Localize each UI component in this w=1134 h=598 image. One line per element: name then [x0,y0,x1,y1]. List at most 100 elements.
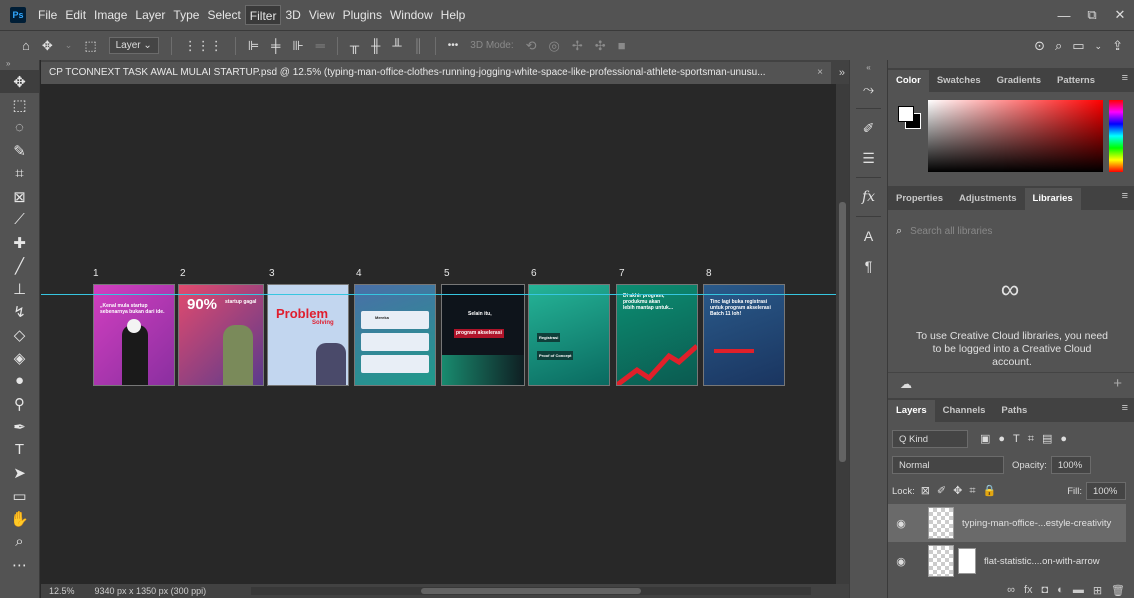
zoom-level[interactable]: 12.5% [49,586,75,596]
align-left-icon[interactable]: ⊫ [248,38,259,54]
distribute-vertical-icon[interactable]: ║ [414,38,423,53]
menu-edit[interactable]: Edit [61,5,90,25]
restore-button[interactable]: ⧉ [1078,7,1106,23]
guide-line[interactable] [41,294,836,295]
add-library-icon[interactable]: + [1113,375,1122,392]
menu-file[interactable]: File [34,5,61,25]
brushes-panel-icon[interactable]: ✐ [850,113,887,143]
tab-swatches[interactable]: Swatches [929,70,989,92]
share-icon[interactable]: ⇪ [1112,38,1123,54]
brush-tool-icon[interactable]: ╱ [0,254,39,277]
collapse-icon[interactable]: » [0,60,39,70]
workspace-icon[interactable]: ▭ [1072,38,1084,54]
opacity-input[interactable]: 100% [1050,456,1091,474]
stamp-tool-icon[interactable]: ⊥ [0,277,39,300]
menu-layer[interactable]: Layer [131,5,169,25]
link-layers-icon[interactable]: ∞ [1007,584,1015,596]
quick-select-tool-icon[interactable]: ✎ [0,139,39,162]
lasso-tool-icon[interactable]: ◌ [0,116,39,139]
artboard-3[interactable]: Problem Solving [267,284,349,386]
add-mask-icon[interactable]: ◘ [1042,584,1049,596]
marquee-tool-icon[interactable]: ⬚ [0,93,39,116]
frame-tool-icon[interactable]: ⊠ [0,185,39,208]
cloud-sync-icon[interactable]: ☁ [900,377,912,391]
crop-tool-icon[interactable]: ⌗ [0,162,39,185]
menu-3d[interactable]: 3D [281,5,304,25]
adjustment-layer-icon[interactable]: ◐ [1057,584,1064,596]
artboard-2[interactable]: 90% startup gagal [178,284,264,386]
color-field[interactable] [928,100,1103,172]
layer-select[interactable]: Layer ⌄ [108,37,159,54]
layer-row[interactable]: ◉ flat-statistic....on-with-arrow [888,542,1126,580]
distribute-icon[interactable]: ═ [316,38,325,53]
artboard-7[interactable]: Di akhir program, produkmu akan lebih ma… [616,284,698,386]
panel-menu-icon[interactable]: ≡ [1122,72,1128,84]
tab-layers[interactable]: Layers [888,400,935,422]
move-tool-icon[interactable]: ✥ [0,70,39,93]
tab-gradients[interactable]: Gradients [989,70,1049,92]
align-center-icon[interactable]: ╪ [271,38,280,53]
document-tab[interactable]: CP TCONNEXT TASK AWAL MULAI STARTUP.psd … [41,62,831,84]
artboard-1[interactable]: „Kenal mula startup sebenarnya bukan dar… [93,284,175,386]
history-brush-tool-icon[interactable]: ↯ [0,300,39,323]
artboard-8[interactable]: Tinc lagi buka registrasi untuk program … [703,284,785,386]
3d-slide-icon[interactable]: ✣ [595,38,606,54]
foreground-color-swatch[interactable] [898,106,914,122]
hand-tool-icon[interactable]: ✋ [0,507,39,530]
home-icon[interactable]: ⌂ [22,38,30,53]
styles-panel-icon[interactable]: fx [850,182,887,212]
menu-plugins[interactable]: Plugins [339,5,386,25]
tab-channels[interactable]: Channels [935,400,994,422]
pen-tool-icon[interactable]: ✒ [0,415,39,438]
artboard-6[interactable]: Registrasi Proof of Concept [528,284,610,386]
layer-style-icon[interactable]: fx [1024,584,1033,596]
eye-icon[interactable]: ◉ [888,517,914,530]
close-button[interactable]: ✕ [1106,7,1134,23]
canvas[interactable]: 1 2 3 4 5 6 7 8 „Kenal mula startup sebe… [41,84,836,584]
eye-icon[interactable]: ◉ [888,555,914,568]
tab-color[interactable]: Color [888,70,929,92]
delete-layer-icon[interactable]: 🗑 [1111,584,1125,597]
paint-bucket-tool-icon[interactable]: ◈ [0,346,39,369]
scroll-thumb[interactable] [839,202,846,462]
character-panel-icon[interactable]: A [850,221,887,251]
3d-scale-icon[interactable]: ■ [618,38,626,53]
auto-select-icon[interactable]: ⬚ [84,38,96,54]
move-tool-icon[interactable]: ✥ [42,38,53,54]
collapse-icon[interactable]: « [850,60,887,74]
chevron-down-icon[interactable]: ⌄ [65,40,73,51]
menu-filter[interactable]: Filter [244,5,282,25]
lock-icons[interactable]: ⊠✐✥⌗🔒 [921,484,1004,498]
rectangle-tool-icon[interactable]: ▭ [0,484,39,507]
panel-menu-icon[interactable]: ≡ [1122,190,1128,202]
brush-settings-icon[interactable]: ☰ [850,143,887,173]
more-tools-icon[interactable]: ⋯ [0,553,39,576]
layer-filter-icons[interactable]: ▣●T⌗▤● [980,432,1075,446]
dodge-tool-icon[interactable]: ⚲ [0,392,39,415]
tab-adjustments[interactable]: Adjustments [951,188,1025,210]
scroll-thumb[interactable] [421,588,641,594]
type-tool-icon[interactable]: T [0,438,39,461]
eyedropper-tool-icon[interactable]: ⟋ [0,208,39,231]
tab-properties[interactable]: Properties [888,188,951,210]
tab-overflow-icon[interactable]: » [839,62,845,84]
align-right-icon[interactable]: ⊪ [292,38,303,54]
menu-help[interactable]: Help [437,5,470,25]
close-tab-icon[interactable]: × [817,62,823,84]
menu-select[interactable]: Select [203,5,244,25]
tab-libraries[interactable]: Libraries [1024,188,1081,210]
transform-controls-icon[interactable]: ⋮⋮⋮ [184,38,223,54]
new-group-icon[interactable]: ▬ [1073,584,1084,596]
align-top-icon[interactable]: ╥ [350,38,359,53]
menu-view[interactable]: View [305,5,339,25]
tab-patterns[interactable]: Patterns [1049,70,1103,92]
horizontal-scrollbar[interactable] [251,587,811,595]
panel-menu-icon[interactable]: ≡ [1122,402,1128,414]
menu-image[interactable]: Image [90,5,131,25]
layer-kind-select[interactable]: Q Kind [892,430,968,448]
menu-window[interactable]: Window [386,5,437,25]
layer-row[interactable]: ◉ typing-man-office-...estyle-creativity [888,504,1126,542]
path-select-tool-icon[interactable]: ➤ [0,461,39,484]
align-middle-icon[interactable]: ╫ [371,38,380,53]
3d-roll-icon[interactable]: ◎ [549,38,560,54]
